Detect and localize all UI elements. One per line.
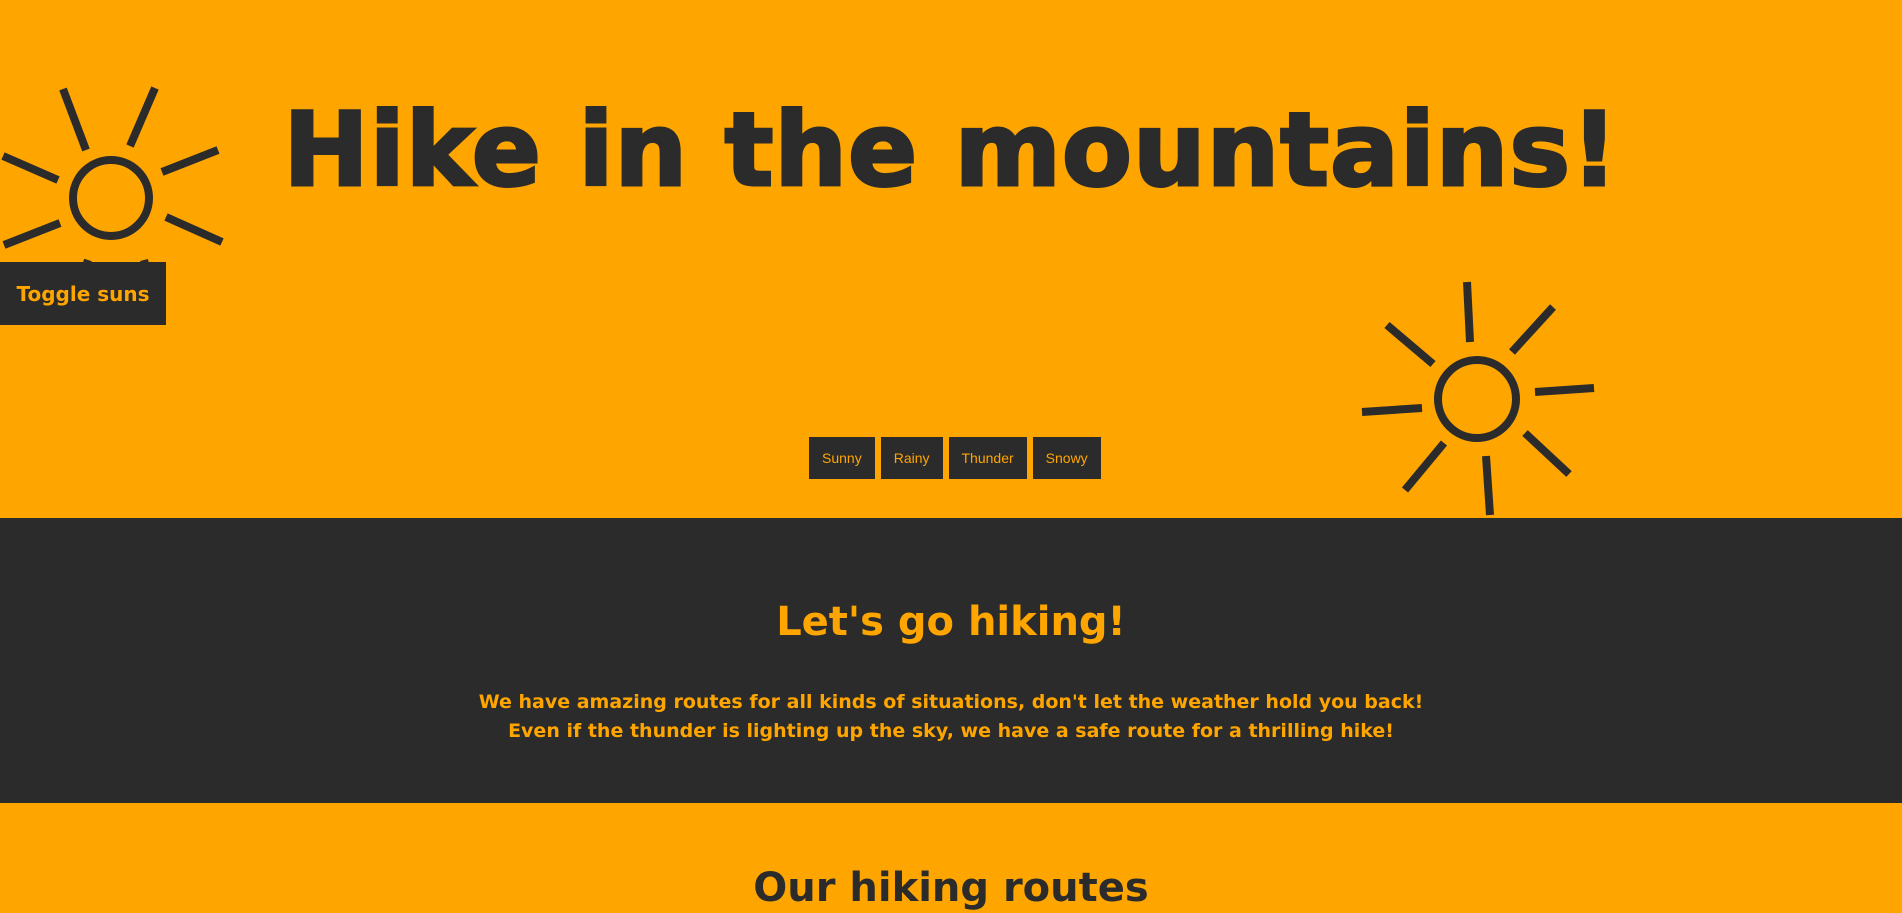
- hero-section: Hike in the mountains! Toggle suns Sunny…: [0, 0, 1902, 518]
- info-line-2: Even if the thunder is lighting up the s…: [508, 720, 1394, 742]
- sun-icon: [1361, 281, 1595, 516]
- info-title: Let's go hiking!: [776, 599, 1126, 645]
- info-text: We have amazing routes for all kinds of …: [0, 688, 1902, 746]
- rainy-button[interactable]: Rainy: [880, 437, 943, 479]
- info-section: Let's go hiking! We have amazing routes …: [0, 518, 1902, 803]
- toggle-suns-button[interactable]: Toggle suns: [0, 262, 166, 325]
- thunder-button[interactable]: Thunder: [948, 437, 1027, 479]
- hero-title: Hike in the mountains!: [282, 91, 1619, 210]
- snowy-button[interactable]: Snowy: [1032, 437, 1101, 479]
- sunny-button[interactable]: Sunny: [809, 437, 875, 479]
- weather-button-group: Sunny Rainy Thunder Snowy: [809, 437, 1101, 479]
- page: Hike in the mountains! Toggle suns Sunny…: [0, 0, 1902, 913]
- routes-section: Our hiking routes: [0, 803, 1902, 913]
- routes-title: Our hiking routes: [753, 865, 1149, 911]
- info-line-1: We have amazing routes for all kinds of …: [478, 691, 1424, 713]
